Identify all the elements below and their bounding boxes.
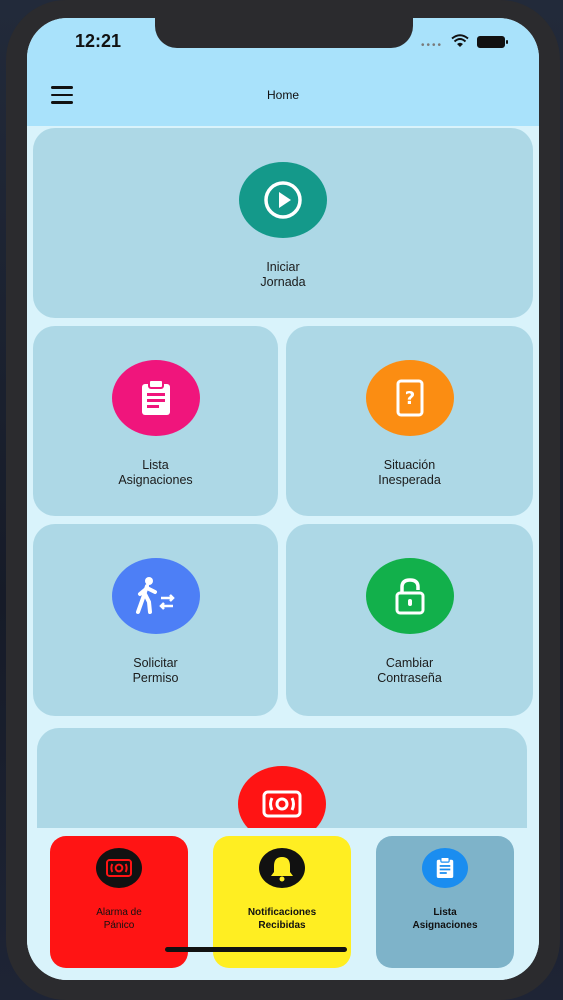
lista-asignaciones-button[interactable]: Lista Asignaciones bbox=[376, 836, 514, 968]
signal-icon: •••• bbox=[421, 40, 444, 51]
notificaciones-label: Notificaciones Recibidas bbox=[247, 907, 317, 931]
alarma-panico-tile[interactable] bbox=[37, 728, 527, 836]
lista-asignaciones-bottom-label: Lista Asignaciones bbox=[412, 907, 478, 931]
phone-screen: 12:21 •••• Home Iniciar Jornada Lista As… bbox=[27, 18, 539, 980]
question-tablet-icon: ? bbox=[365, 360, 454, 436]
wifi-icon bbox=[451, 34, 469, 47]
alarma-panico-label: Alarma de Pánico bbox=[96, 907, 142, 931]
status-time: 12:21 bbox=[75, 31, 122, 51]
battery-icon bbox=[477, 36, 508, 48]
clipboard-icon bbox=[422, 848, 468, 888]
cambiar-contrasena-label: Cambiar Contraseña bbox=[377, 656, 442, 685]
iniciar-jornada-tile[interactable]: Iniciar Jornada bbox=[33, 128, 533, 318]
bell-icon bbox=[259, 848, 305, 888]
lista-asignaciones-label: Lista Asignaciones bbox=[118, 458, 193, 487]
situacion-inesperada-label: Situación Inesperada bbox=[378, 458, 441, 487]
iniciar-jornada-label: Iniciar Jornada bbox=[260, 260, 306, 289]
lista-asignaciones-tile[interactable]: Lista Asignaciones bbox=[33, 326, 278, 516]
cambiar-contrasena-tile[interactable]: Cambiar Contraseña bbox=[286, 524, 533, 716]
main-content: Iniciar Jornada Lista Asignaciones ? Sit… bbox=[27, 126, 539, 836]
situacion-inesperada-tile[interactable]: ? Situación Inesperada bbox=[286, 326, 533, 516]
alarm-siren-icon bbox=[96, 848, 142, 888]
alarm-siren-icon bbox=[238, 766, 326, 836]
unlock-icon bbox=[365, 558, 454, 634]
home-indicator[interactable] bbox=[165, 947, 347, 952]
clipboard-icon bbox=[111, 360, 200, 436]
solicitar-permiso-label: Solicitar Permiso bbox=[132, 656, 179, 685]
notch bbox=[155, 18, 413, 48]
play-icon bbox=[239, 162, 327, 238]
page-title: Home bbox=[266, 88, 299, 102]
bottom-bar: Alarma de Pánico Notificaciones Recibida… bbox=[27, 828, 539, 980]
walking-person-icon bbox=[111, 558, 200, 634]
app-header: Home bbox=[27, 68, 539, 126]
svg-text:?: ? bbox=[404, 388, 414, 409]
solicitar-permiso-tile[interactable]: Solicitar Permiso bbox=[33, 524, 278, 716]
